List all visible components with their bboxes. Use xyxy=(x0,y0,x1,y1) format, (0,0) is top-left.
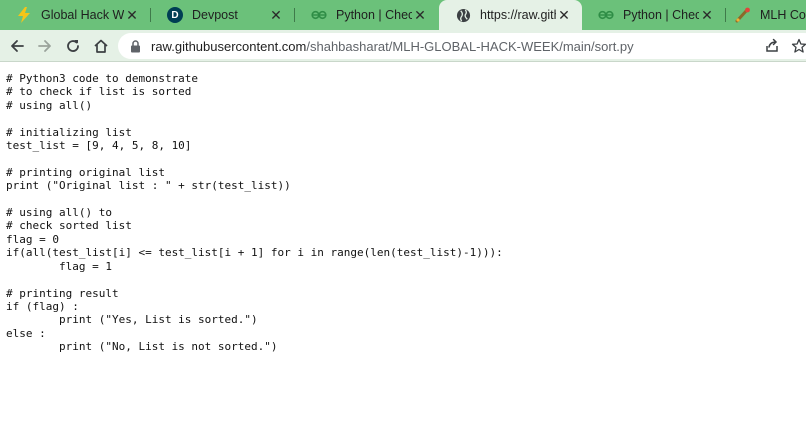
devpost-letter: D xyxy=(171,9,179,21)
arrow-left-icon xyxy=(11,40,24,52)
code-line: print ("Original list : " + str(test_lis… xyxy=(6,179,291,193)
devpost-icon: D xyxy=(167,7,183,23)
code-line: # printing original list xyxy=(6,165,165,179)
code-line: flag = 1 xyxy=(6,259,112,273)
url-host: raw.githubusercontent.com xyxy=(151,38,307,54)
code-line: print ("No, List is not sorted.") xyxy=(6,340,278,354)
code-line: # Python3 code to demonstrate xyxy=(6,72,199,85)
tab-title: Global Hack Week xyxy=(41,8,124,22)
url-text: raw.githubusercontent.com/shahbasharat/M… xyxy=(151,39,634,54)
tab-title: Devpost xyxy=(192,8,238,22)
tab-title: Python | Check if lis xyxy=(623,8,699,22)
code-line: flag = 0 xyxy=(6,232,59,246)
tab-python-check-list-2[interactable]: Python | Check if lis ✕ xyxy=(582,0,725,30)
tab-raw-github[interactable]: https://raw.githubu ✕ xyxy=(439,0,582,30)
mlh-icon xyxy=(735,7,751,23)
code-line: # to check if list is sorted xyxy=(6,85,192,99)
reload-button[interactable] xyxy=(61,34,85,58)
code-line: else : xyxy=(6,326,46,340)
tab-strip: Global Hack Week ✕ D Devpost ✕ Python | … xyxy=(0,0,806,30)
page-content: # Python3 code to demonstrate # to check… xyxy=(0,63,806,427)
browser-toolbar: raw.githubusercontent.com/shahbasharat/M… xyxy=(0,30,806,62)
tab-title: https://raw.githubu xyxy=(480,8,556,22)
home-icon xyxy=(94,39,108,53)
code-line: # initializing list xyxy=(6,125,132,139)
tab-python-check-list-1[interactable]: Python | Check if lis ✕ xyxy=(295,0,438,30)
close-icon[interactable]: ✕ xyxy=(699,7,715,23)
code-line: # printing result xyxy=(6,286,119,300)
home-button[interactable] xyxy=(89,34,113,58)
geeksforgeeks-icon xyxy=(598,7,614,23)
code-line: test_list = [9, 4, 5, 8, 10] xyxy=(6,139,192,153)
tab-title: Python | Check if lis xyxy=(336,8,412,22)
code-line: print ("Yes, List is sorted.") xyxy=(6,313,258,327)
reload-icon xyxy=(67,40,79,52)
code-line: # using all() to xyxy=(6,206,112,220)
raw-file-text: # Python3 code to demonstrate # to check… xyxy=(6,72,503,354)
code-line: # using all() xyxy=(6,98,93,112)
bookmark-button[interactable] xyxy=(787,34,806,58)
code-line: # check sorted list xyxy=(6,219,132,233)
back-button[interactable] xyxy=(5,34,29,58)
close-icon[interactable]: ✕ xyxy=(412,7,428,23)
arrow-right-icon xyxy=(38,40,51,52)
tab-global-hack-week[interactable]: Global Hack Week ✕ xyxy=(0,0,150,30)
address-bar[interactable]: raw.githubusercontent.com/shahbasharat/M… xyxy=(118,33,806,59)
url-path: /shahbasharat/MLH-GLOBAL-HACK-WEEK/main/… xyxy=(306,38,634,54)
star-icon xyxy=(791,38,806,53)
code-line: if(all(test_list[i] <= test_list[i + 1] … xyxy=(6,246,503,260)
tab-title: MLH Comm xyxy=(760,8,806,22)
forward-button[interactable] xyxy=(33,34,57,58)
close-icon[interactable]: ✕ xyxy=(268,7,284,23)
tab-mlh-community[interactable]: MLH Comm xyxy=(726,0,806,30)
lock-icon[interactable] xyxy=(128,39,142,53)
globe-icon xyxy=(455,7,471,23)
tab-devpost[interactable]: D Devpost ✕ xyxy=(151,0,294,30)
share-icon xyxy=(766,38,778,52)
code-line: if (flag) : xyxy=(6,299,79,313)
share-button[interactable] xyxy=(760,34,784,58)
close-icon[interactable]: ✕ xyxy=(124,7,140,23)
geeksforgeeks-icon xyxy=(311,7,327,23)
lightning-icon xyxy=(16,7,32,23)
close-icon[interactable]: ✕ xyxy=(556,7,572,23)
